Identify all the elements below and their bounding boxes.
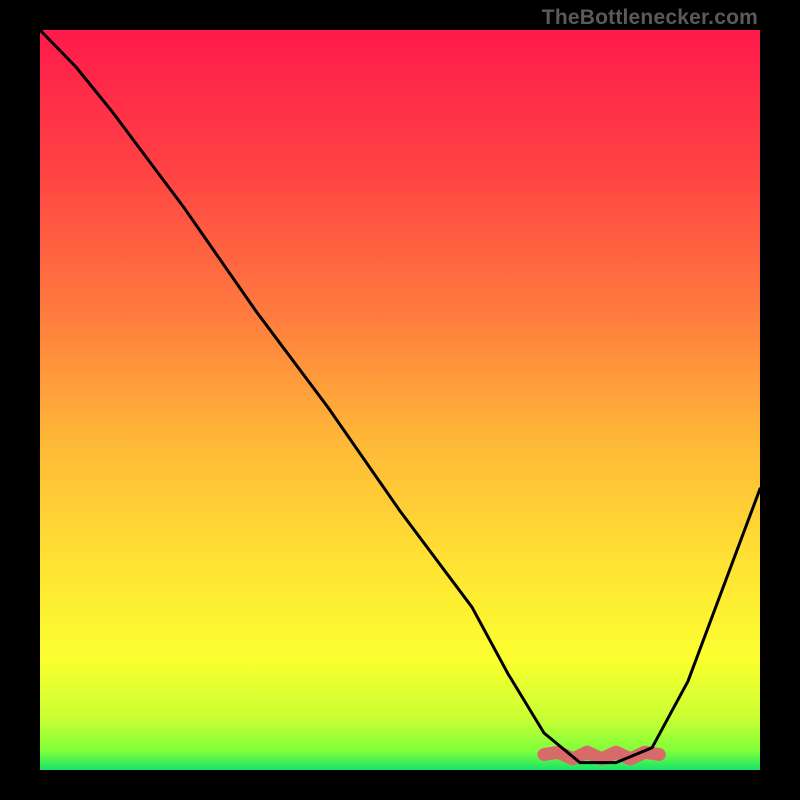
- source-label: TheBottlenecker.com: [542, 6, 758, 30]
- chart-frame: TheBottlenecker.com: [0, 0, 800, 800]
- gradient-background: [40, 30, 760, 770]
- plot-area: [40, 30, 760, 770]
